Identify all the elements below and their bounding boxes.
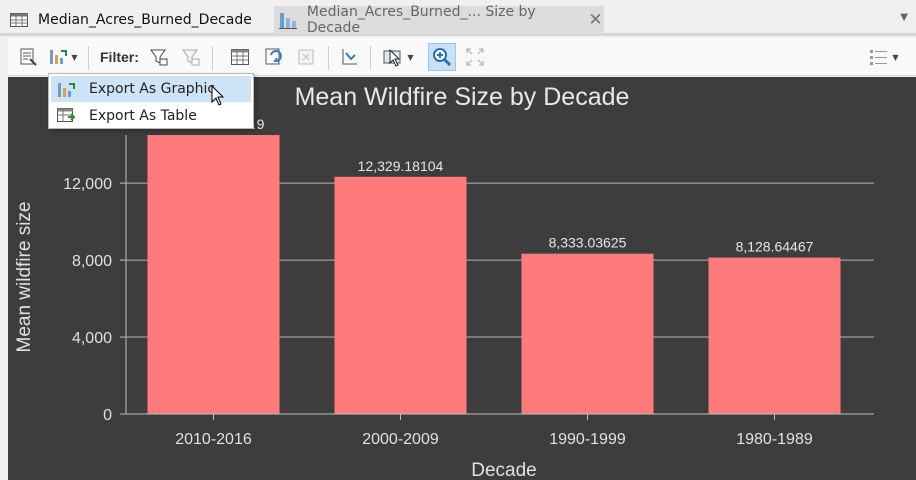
toolbar-separator xyxy=(212,46,213,70)
menu-item-label: Export As Graphic xyxy=(89,81,216,97)
filter-label: Filter: xyxy=(100,49,139,65)
tab-label: Median_Acres_Burned_Decade xyxy=(38,12,252,28)
x-tick-label: 2000-2009 xyxy=(362,431,439,448)
table-icon xyxy=(8,11,30,29)
tab-chart[interactable]: Median_Acres_Burned_... Size by Decade ✕ xyxy=(274,4,604,36)
full-extent-icon[interactable] xyxy=(462,43,488,71)
sort-icon[interactable] xyxy=(336,43,362,71)
menu-item-label: Export As Table xyxy=(89,108,197,124)
y-axis-label: Mean wildfire size xyxy=(14,202,35,353)
tab-attribute-table[interactable]: Median_Acres_Burned_Decade xyxy=(8,6,270,34)
table-view-icon[interactable] xyxy=(226,43,254,71)
export-graphic-icon xyxy=(55,80,77,98)
chart-toolbar: ▼ Filter: ▼ ▼ xyxy=(8,38,916,76)
close-icon[interactable]: ✕ xyxy=(587,10,604,30)
toolbar-separator xyxy=(328,46,329,70)
export-chart-icon[interactable]: ▼ xyxy=(46,43,80,71)
tab-strip: Median_Acres_Burned_Decade Median_Acres_… xyxy=(0,0,916,36)
y-tick-label: 12,000 xyxy=(63,176,112,193)
chevron-down-icon[interactable]: ▼ xyxy=(407,53,413,62)
data-label: 8,128.64467 xyxy=(736,239,814,255)
filter-by-selection-icon[interactable] xyxy=(146,43,172,71)
x-tick-label: 1990-1999 xyxy=(549,431,626,448)
chevron-down-icon[interactable]: ▼ xyxy=(892,53,898,62)
toolbar-separator xyxy=(88,46,89,70)
select-icon[interactable]: ▼ xyxy=(378,43,418,71)
chart-view[interactable]: Mean Wildfire Size by Decade Mean wildfi… xyxy=(8,77,916,480)
bar-chart: Mean Wildfire Size by Decade Mean wildfi… xyxy=(14,83,874,480)
toolbar-separator xyxy=(370,46,371,70)
clear-selection-icon[interactable] xyxy=(292,43,320,71)
bar[interactable] xyxy=(147,135,280,414)
chevron-down-icon[interactable]: ▼ xyxy=(71,53,77,62)
y-tick-label: 8,000 xyxy=(72,253,112,270)
list-icon[interactable]: ▼ xyxy=(864,43,904,71)
data-label: 8,333.03625 xyxy=(549,235,627,251)
bar[interactable] xyxy=(521,253,654,414)
properties-icon[interactable] xyxy=(16,43,40,71)
x-axis-label: Decade xyxy=(471,460,537,480)
bar[interactable] xyxy=(334,176,467,414)
switch-selection-icon[interactable] xyxy=(260,43,288,71)
y-tick-label: 4,000 xyxy=(72,330,112,347)
x-tick-label: 2010-2016 xyxy=(175,431,252,448)
filter-clear-icon[interactable] xyxy=(178,43,204,71)
y-tick-label: 0 xyxy=(103,407,112,424)
chart-title: Mean Wildfire Size by Decade xyxy=(295,83,630,111)
chevron-down-icon[interactable]: ▼ xyxy=(900,12,908,23)
tab-label: Median_Acres_Burned_... Size by Decade xyxy=(306,4,536,36)
mouse-cursor-icon xyxy=(211,85,225,106)
data-label: 12,329.18104 xyxy=(358,158,444,174)
export-table-icon xyxy=(55,107,77,125)
bar-chart-icon xyxy=(278,11,299,29)
zoom-icon[interactable] xyxy=(428,43,456,71)
x-tick-label: 1980-1989 xyxy=(736,431,813,448)
bar[interactable] xyxy=(708,257,841,414)
